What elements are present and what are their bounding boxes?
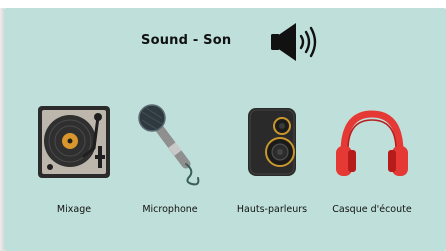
item-casque-ecoute[interactable]: Casque d'écoute xyxy=(322,100,422,230)
item-label: Hauts-parleurs xyxy=(236,204,308,215)
item-hauts-parleurs[interactable]: Hauts-parleurs xyxy=(222,100,322,230)
turntable-icon xyxy=(38,106,110,178)
item-label: Mixage xyxy=(56,204,92,215)
item-mixage[interactable]: Mixage xyxy=(24,100,124,230)
speaker-volume-icon xyxy=(271,23,317,61)
loudspeaker-icon xyxy=(248,108,296,176)
item-label: Microphone xyxy=(142,204,198,215)
page-title: Sound - Son xyxy=(141,33,232,48)
microphone-icon xyxy=(138,104,200,186)
header: Sound - Son xyxy=(0,18,446,66)
sound-card: Sound - Son Mixage Microphone Hauts-parl… xyxy=(0,0,446,251)
item-microphone[interactable]: Microphone xyxy=(120,100,220,230)
headphones-icon xyxy=(336,110,408,176)
item-label: Casque d'écoute xyxy=(332,204,412,215)
